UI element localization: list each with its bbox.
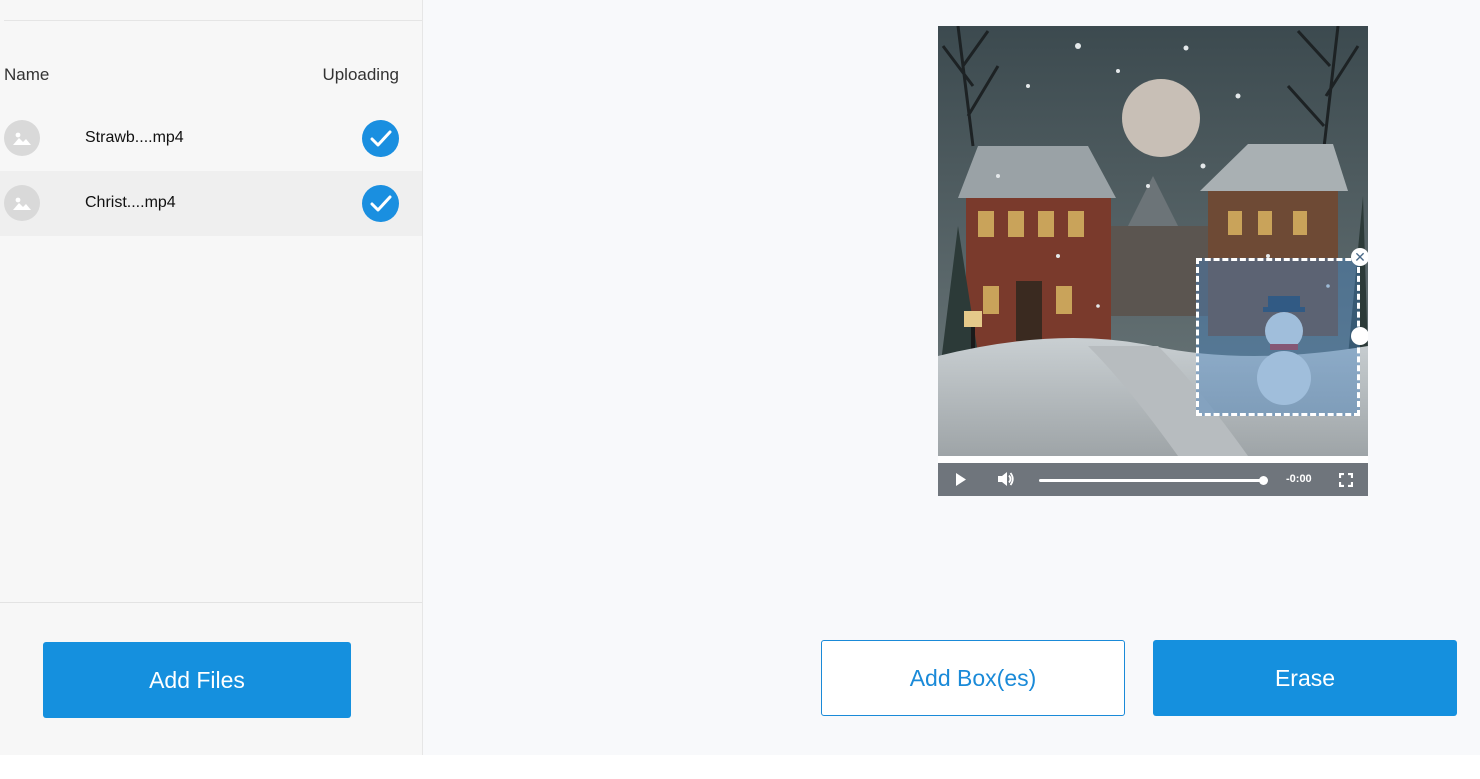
- add-boxes-button[interactable]: Add Box(es): [821, 640, 1125, 716]
- close-icon[interactable]: ✕: [1351, 248, 1368, 266]
- resize-handle[interactable]: [1351, 327, 1368, 345]
- divider: [0, 602, 422, 603]
- file-name: Christ....mp4: [85, 194, 176, 211]
- play-icon[interactable]: [955, 473, 967, 491]
- file-row[interactable]: Strawb....mp4: [0, 106, 422, 171]
- file-row[interactable]: Christ....mp4: [0, 171, 422, 236]
- image-placeholder-icon: [4, 185, 40, 221]
- fullscreen-icon[interactable]: [1338, 472, 1354, 492]
- uploading-column-header: Uploading: [322, 65, 399, 84]
- check-icon: [362, 185, 399, 222]
- file-list-panel: Name Uploading Strawb....mp4 Christ....m…: [0, 0, 423, 755]
- time-remaining: -0:00: [1286, 473, 1312, 485]
- seek-bar[interactable]: [1039, 479, 1265, 482]
- erase-button[interactable]: Erase: [1153, 640, 1457, 716]
- image-placeholder-icon: [4, 120, 40, 156]
- volume-icon[interactable]: [997, 471, 1015, 492]
- selection-box[interactable]: [1196, 258, 1360, 416]
- video-controls: -0:00: [938, 463, 1368, 496]
- file-list-header: Name Uploading: [0, 62, 422, 86]
- add-files-button[interactable]: Add Files: [43, 642, 351, 718]
- name-column-header: Name: [4, 65, 50, 84]
- file-name: Strawb....mp4: [85, 129, 184, 146]
- check-icon: [362, 120, 399, 157]
- video-player[interactable]: ✕ -0:00: [938, 26, 1368, 496]
- divider: [4, 20, 422, 21]
- video-frame[interactable]: ✕: [938, 26, 1368, 456]
- app-root: Name Uploading Strawb....mp4 Christ....m…: [0, 0, 1480, 779]
- seek-thumb[interactable]: [1259, 476, 1268, 485]
